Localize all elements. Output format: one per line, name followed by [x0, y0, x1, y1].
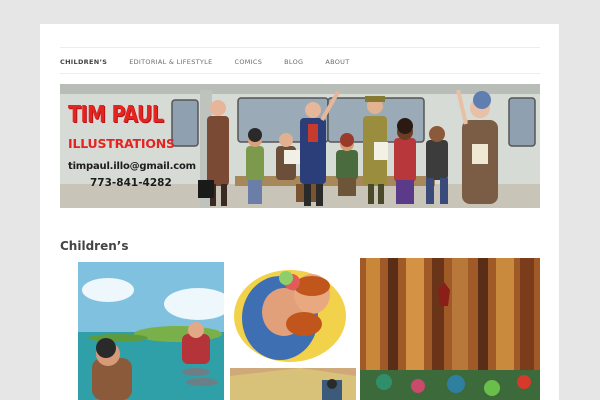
gallery — [60, 258, 540, 400]
gallery-image-hug[interactable] — [230, 258, 356, 366]
brand-email: timpaul.illo@gmail.com — [68, 161, 196, 172]
nav-top-divider — [60, 47, 540, 48]
nav-item-comics[interactable]: Comics — [235, 58, 263, 66]
page-title: Children’s — [60, 239, 129, 254]
nav-bottom-divider — [60, 73, 540, 74]
nav-item-childrens[interactable]: Children’s — [60, 58, 107, 66]
nav-item-blog[interactable]: Blog — [284, 58, 303, 66]
brand-phone: 773-841-4282 — [90, 177, 172, 189]
nav-item-editorial-lifestyle[interactable]: Editorial & Lifestyle — [129, 58, 212, 66]
brand-subtitle: ILLUSTRATIONS — [68, 136, 175, 151]
content-page: Children’s Editorial & Lifestyle Comics … — [40, 24, 559, 400]
nav-item-about[interactable]: About — [325, 58, 349, 66]
gallery-image-forest[interactable] — [360, 258, 540, 400]
brand-block: TIM PAUL ILLUSTRATIONS timpaul.illo@gmai… — [60, 84, 196, 208]
header-banner[interactable]: TIM PAUL ILLUSTRATIONS timpaul.illo@gmai… — [60, 84, 540, 208]
brand-title: TIM PAUL — [68, 101, 164, 128]
gallery-image-seaside[interactable] — [78, 262, 224, 400]
gallery-image-village[interactable] — [230, 368, 356, 400]
main-navigation: Children’s Editorial & Lifestyle Comics … — [60, 55, 372, 69]
